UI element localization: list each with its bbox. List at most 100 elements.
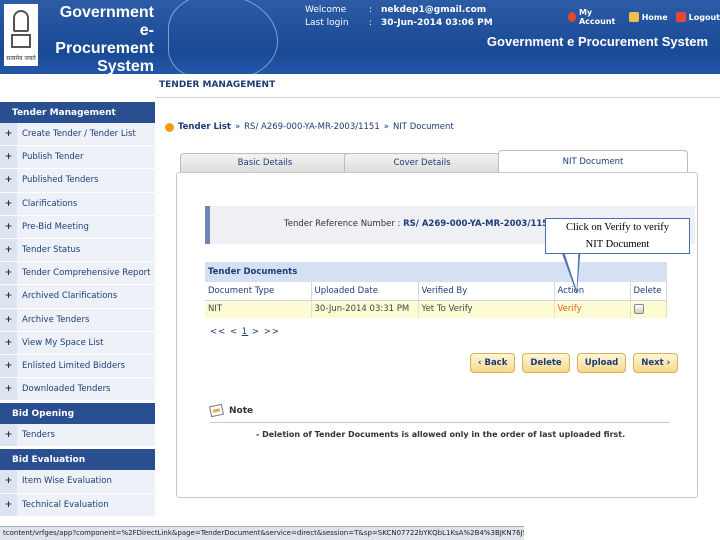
sidebar-item-published-tenders[interactable]: + Published Tenders bbox=[0, 169, 155, 193]
next-button[interactable]: Next › bbox=[633, 353, 679, 373]
sidebar-item-pre-bid-meeting[interactable]: + Pre-Bid Meeting bbox=[0, 215, 155, 239]
col-verified-by: Verified By bbox=[418, 282, 555, 301]
col-action: Action bbox=[554, 282, 631, 301]
breadcrumb-bullet-icon bbox=[165, 122, 174, 132]
sidebar-section-bid-opening[interactable]: Bid Opening bbox=[0, 401, 155, 425]
sidebar-item-label: Downloaded Tenders bbox=[17, 378, 155, 401]
india-map-icon bbox=[168, 0, 278, 74]
sidebar-item-my-space[interactable]: + View My Space List bbox=[0, 331, 155, 355]
tab-cover-details[interactable]: Cover Details bbox=[344, 153, 500, 172]
section-title: TENDER MANAGEMENT bbox=[159, 80, 276, 90]
brand-line-2: e-Procurement bbox=[55, 22, 154, 57]
expand-icon: + bbox=[4, 476, 13, 487]
reference-label: Tender Reference Number : bbox=[284, 219, 401, 229]
sidebar-item-tender-status[interactable]: + Tender Status bbox=[0, 238, 155, 263]
sidebar-item-label: Clarifications bbox=[17, 192, 155, 215]
note-pad-icon bbox=[208, 403, 225, 418]
callout-line-2: NIT Document bbox=[585, 239, 650, 250]
system-title: Government e Procurement System bbox=[486, 34, 708, 49]
sidebar-item-archived-clarifications[interactable]: + Archived Clarifications bbox=[0, 285, 155, 309]
my-account-link[interactable]: My Account bbox=[568, 8, 621, 26]
sidebar-item-publish-tender[interactable]: + Publish Tender bbox=[0, 146, 155, 170]
expand-icon: + bbox=[4, 384, 13, 395]
col-uploaded-date: Uploaded Date bbox=[311, 282, 419, 301]
note-heading: Note bbox=[208, 403, 670, 418]
welcome-label: Welcome bbox=[305, 5, 347, 15]
pager-page-1[interactable]: 1 bbox=[242, 327, 248, 337]
home-link[interactable]: Home bbox=[628, 8, 668, 26]
sidebar-item-label: Tenders bbox=[17, 424, 155, 447]
delete-checkbox[interactable] bbox=[633, 304, 644, 314]
breadcrumb-separator: » bbox=[234, 122, 241, 132]
cell-delete bbox=[630, 300, 667, 318]
top-links: My Account Home Logout bbox=[568, 8, 720, 26]
verify-link[interactable]: Verify bbox=[554, 300, 631, 318]
home-label: Home bbox=[641, 12, 668, 22]
back-button[interactable]: ‹ Back bbox=[470, 353, 516, 373]
expand-icon: + bbox=[4, 499, 13, 510]
home-icon bbox=[628, 12, 639, 22]
reference-value: RS/ A269-000-YA-MR-2003/1151 bbox=[403, 219, 555, 229]
welcome-colon: : bbox=[369, 5, 373, 15]
expand-icon: + bbox=[4, 337, 13, 348]
note-title: Note bbox=[229, 405, 254, 416]
cell-verified-by: Yet To Verify bbox=[418, 300, 555, 318]
expand-icon: + bbox=[4, 360, 13, 371]
sidebar-item-label: Archived Clarifications bbox=[17, 285, 155, 308]
sidebar-item-technical-evaluation[interactable]: + Technical Evaluation bbox=[0, 493, 155, 517]
expand-icon: + bbox=[4, 221, 13, 232]
sidebar-item-enlisted-bidders[interactable]: + Enlisted Limited Bidders bbox=[0, 354, 155, 379]
expand-icon: + bbox=[4, 430, 13, 441]
breadcrumb-reference[interactable]: RS/ A269-000-YA-MR-2003/1151 bbox=[244, 122, 380, 132]
tab-bar: Basic Details Cover Details NIT Document bbox=[180, 150, 690, 172]
browser-status-bar: tcontent/vrfges/app?component=%2FDirectL… bbox=[0, 526, 524, 540]
sidebar-item-tenders[interactable]: + Tenders bbox=[0, 424, 155, 448]
note-divider bbox=[210, 422, 670, 423]
breadcrumb-current: NIT Document bbox=[392, 122, 454, 132]
cell-document-type: NIT bbox=[205, 300, 312, 318]
sidebar-item-create-tender[interactable]: + Create Tender / Tender List bbox=[0, 123, 155, 147]
sidebar-item-comprehensive-report[interactable]: + Tender Comprehensive Report bbox=[0, 262, 155, 286]
sidebar-item-downloaded-tenders[interactable]: + Downloaded Tenders bbox=[0, 378, 155, 402]
expand-icon: + bbox=[4, 175, 13, 186]
note-section: Note - Deletion of Tender Documents is a… bbox=[208, 403, 670, 439]
sidebar-item-label: Create Tender / Tender List bbox=[17, 123, 155, 146]
breadcrumb: Tender List » RS/ A269-000-YA-MR-2003/11… bbox=[165, 122, 454, 132]
breadcrumb-tender-list[interactable]: Tender List bbox=[178, 122, 231, 132]
table-row: NIT 30-Jun-2014 03:31 PM Yet To Verify V… bbox=[205, 300, 667, 318]
expand-icon: + bbox=[4, 198, 13, 209]
tab-basic-details[interactable]: Basic Details bbox=[180, 153, 350, 172]
upload-button[interactable]: Upload bbox=[576, 353, 627, 373]
sidebar-item-archive-tenders[interactable]: + Archive Tenders bbox=[0, 308, 155, 332]
expand-icon: + bbox=[4, 129, 13, 139]
sidebar-item-label: View My Space List bbox=[17, 331, 155, 354]
logout-link[interactable]: Logout bbox=[675, 8, 720, 26]
user-info: Welcome : nekdep1@gmail.com Last login :… bbox=[305, 4, 493, 30]
welcome-user: nekdep1@gmail.com bbox=[381, 5, 487, 15]
sidebar-item-label: Tender Status bbox=[17, 238, 155, 262]
action-buttons: ‹ Back Delete Upload Next › bbox=[470, 353, 679, 373]
sidebar-item-label: Item Wise Evaluation bbox=[17, 470, 155, 493]
brand-line-1: Government bbox=[59, 4, 154, 21]
instruction-callout: Click on Verify to verify NIT Document bbox=[545, 218, 690, 254]
tab-nit-document[interactable]: NIT Document bbox=[498, 150, 688, 172]
sidebar-section-bid-evaluation[interactable]: Bid Evaluation bbox=[0, 447, 155, 471]
col-document-type: Document Type bbox=[205, 282, 312, 301]
documents-table: Document Type Uploaded Date Verified By … bbox=[205, 282, 667, 318]
pager: << < 1 > >> bbox=[210, 327, 280, 337]
sidebar-section-tender-management[interactable]: Tender Management bbox=[0, 100, 155, 123]
sidebar-item-label: Publish Tender bbox=[17, 146, 155, 169]
cell-uploaded-date: 30-Jun-2014 03:31 PM bbox=[311, 300, 419, 318]
section-strip: TENDER MANAGEMENT bbox=[155, 74, 720, 98]
delete-button[interactable]: Delete bbox=[522, 353, 570, 373]
header-bar: सत्यमेव जयते Government e-Procurement Sy… bbox=[0, 0, 720, 74]
pager-next[interactable]: > >> bbox=[252, 327, 280, 337]
sidebar-item-label: Tender Comprehensive Report bbox=[17, 262, 155, 285]
sidebar-item-item-wise-evaluation[interactable]: + Item Wise Evaluation bbox=[0, 470, 155, 494]
expand-icon: + bbox=[4, 268, 13, 279]
pager-prev[interactable]: << < bbox=[210, 327, 238, 337]
sidebar-item-label: Published Tenders bbox=[17, 169, 155, 192]
sidebar-item-clarifications[interactable]: + Clarifications bbox=[0, 192, 155, 216]
sidebar-item-label: Pre-Bid Meeting bbox=[17, 215, 155, 238]
my-account-label: My Account bbox=[578, 8, 616, 26]
